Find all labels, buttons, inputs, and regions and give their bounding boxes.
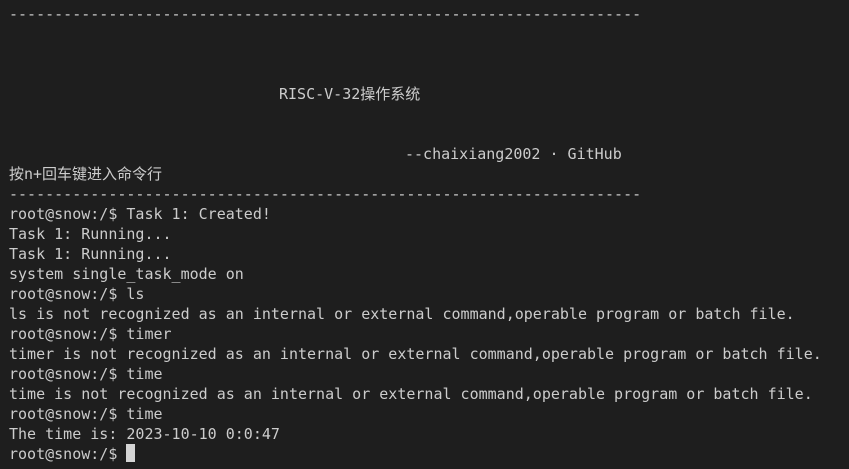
terminal-output-line: root@snow:/$ time <box>9 365 163 383</box>
terminal-output-line: Task 1: Running... <box>9 245 172 263</box>
terminal-output-line: root@snow:/$ Task 1: Created! <box>9 205 271 223</box>
terminal-output-line: root@snow:/$ ls <box>9 285 145 303</box>
terminal-window[interactable]: ----------------------------------------… <box>0 0 849 469</box>
prompt-text: root@snow:/$ <box>9 445 127 463</box>
command-prompt-line[interactable]: root@snow:/$ <box>9 444 136 464</box>
separator-line: ----------------------------------------… <box>9 5 642 23</box>
terminal-output-line: Task 1: Running... <box>9 225 172 243</box>
author-credit: --chaixiang2002 · GitHub <box>405 145 622 163</box>
terminal-output-line: timer is not recognized as an internal o… <box>9 345 822 363</box>
terminal-output-line: The time is: 2023-10-10 0:0:47 <box>9 425 280 443</box>
enter-hint: 按n+回车键进入命令行 <box>9 165 163 183</box>
text-cursor <box>126 444 136 462</box>
terminal-output-line: time is not recognized as an internal or… <box>9 385 813 403</box>
terminal-output-line: ls is not recognized as an internal or e… <box>9 305 795 323</box>
terminal-output-line: root@snow:/$ timer <box>9 325 172 343</box>
terminal-output-line: system single_task_mode on <box>9 265 244 283</box>
os-title: RISC-V-32操作系统 <box>279 85 421 103</box>
terminal-output-line: root@snow:/$ time <box>9 405 163 423</box>
separator-line: ----------------------------------------… <box>9 185 642 203</box>
